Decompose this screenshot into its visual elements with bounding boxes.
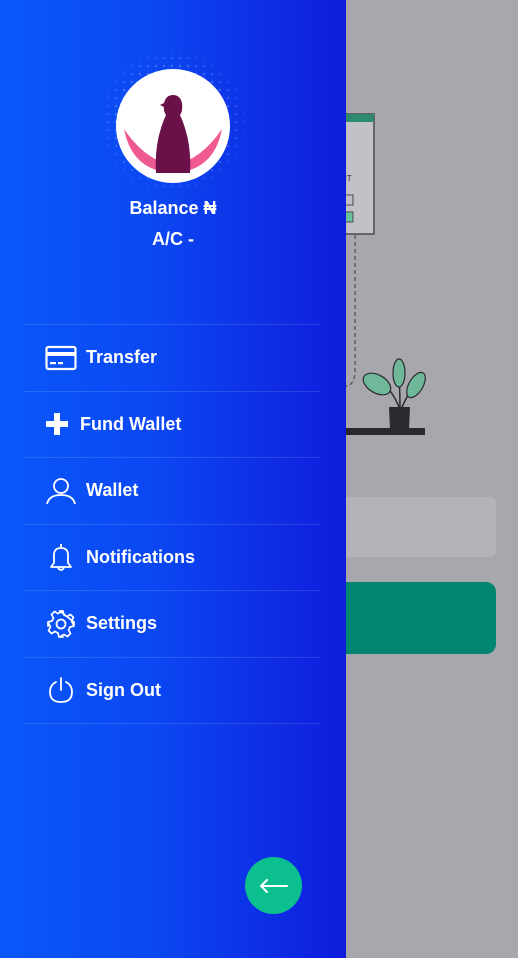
credit-card-icon [44, 341, 78, 375]
avatar-container [96, 46, 250, 196]
drawer-menu: Transfer Fund Wallet Wallet Notification… [24, 324, 320, 724]
menu-item-label: Settings [86, 613, 158, 634]
bell-icon [44, 540, 78, 574]
menu-item-label: Wallet [86, 480, 139, 501]
background-input-field [330, 497, 496, 557]
avatar[interactable] [116, 69, 230, 183]
menu-item-settings[interactable]: Settings [24, 591, 320, 658]
menu-item-label: Fund Wallet [80, 413, 182, 434]
navigation-drawer: Balance ₦ A/C - Transfer Fund Wallet Wal… [0, 0, 346, 958]
menu-item-fund-wallet[interactable]: Fund Wallet [24, 392, 320, 458]
menu-item-notifications[interactable]: Notifications [24, 525, 320, 591]
penguin-icon [124, 95, 222, 173]
arrow-left-icon [259, 878, 288, 893]
plus-icon [44, 407, 70, 441]
account-number-label: A/C - [152, 229, 194, 249]
menu-item-transfer[interactable]: Transfer [24, 325, 320, 392]
close-drawer-button[interactable] [245, 857, 302, 914]
menu-item-wallet[interactable]: Wallet [24, 458, 320, 525]
menu-item-label: Sign Out [86, 679, 161, 700]
background-primary-button [330, 582, 496, 654]
user-icon [44, 474, 78, 508]
balance-label: Balance ₦ [129, 198, 217, 218]
menu-item-sign-out[interactable]: Sign Out [24, 658, 320, 724]
menu-item-label: Notifications [86, 546, 196, 567]
menu-item-label: Transfer [86, 347, 158, 368]
gear-icon [44, 607, 78, 641]
power-icon [44, 673, 78, 707]
